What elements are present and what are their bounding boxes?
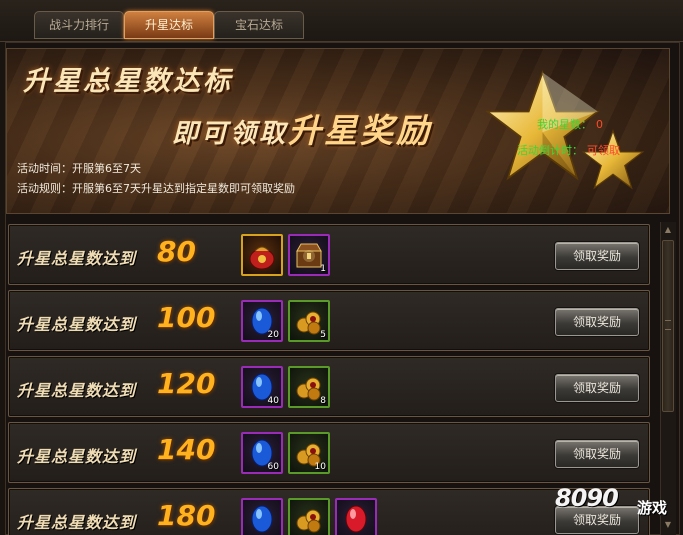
item-quantity: 60 (267, 462, 279, 472)
event-rule-label: 活动规则： (17, 182, 72, 195)
event-time-label: 活动时间： (17, 162, 72, 175)
event-countdown: 活动倒计时： 可领取 (517, 142, 620, 158)
countdown-label: 活动倒计时： (517, 144, 583, 157)
banner-subtitle-highlight: 升星奖励 (288, 111, 433, 150)
site-watermark-logo: 8090 游戏 (555, 484, 679, 524)
event-rule-value: 开服第6至7天升星达到指定星数即可领取奖励 (72, 182, 295, 195)
item-quantity: 1 (320, 264, 326, 274)
item-quantity: 40 (267, 396, 279, 406)
reward-target-stars: 80 (157, 235, 196, 268)
reward-target-stars: 100 (157, 301, 216, 334)
reward-row: 升星总星数达到 120 40 8 领取奖励 (8, 356, 650, 417)
reward-row: 升星总星数达到 180 领取奖励 (8, 488, 650, 535)
tab-gem-target[interactable]: 宝石达标 (214, 11, 304, 39)
blue-gem-icon[interactable] (241, 498, 283, 535)
reward-target-stars: 140 (157, 433, 216, 466)
event-time: 活动时间：开服第6至7天 (17, 160, 141, 176)
watermark-digits: 8090 (555, 484, 619, 512)
tab-power-ranking[interactable]: 战斗力排行 (34, 11, 124, 39)
claim-reward-button[interactable]: 领取奖励 (555, 374, 639, 402)
banner-title: 升星总星数达标 (23, 66, 233, 97)
red-gem-icon[interactable] (335, 498, 377, 535)
small-gold-star-icon (582, 129, 644, 190)
scroll-up-arrow-icon[interactable]: ▲ (661, 224, 675, 236)
red-pouch-icon[interactable] (241, 234, 283, 276)
gold-coin-pile-icon[interactable]: 10 (288, 432, 330, 474)
item-quantity: 8 (320, 396, 326, 406)
reward-row-label: 升星总星数达到 (17, 249, 137, 268)
gold-coin-pile-icon[interactable]: 5 (288, 300, 330, 342)
blue-gem-icon[interactable]: 20 (241, 300, 283, 342)
my-stars-label: 我的星数： (537, 118, 592, 131)
event-rule: 活动规则：开服第6至7天升星达到指定星数即可领取奖励 (17, 180, 295, 196)
reward-row-label: 升星总星数达到 (17, 315, 137, 334)
banner-subtitle-prefix: 即可领取 (172, 119, 289, 149)
scrollbar-grip (665, 320, 671, 330)
blue-gem-icon[interactable]: 60 (241, 432, 283, 474)
reward-row: 升星总星数达到 100 20 5 领取奖励 (8, 290, 650, 351)
watermark-text: 游戏 (637, 499, 668, 517)
reward-row: 升星总星数达到 140 60 10 领取奖励 (8, 422, 650, 483)
my-stars-value: 0 (596, 118, 603, 131)
claim-reward-button[interactable]: 领取奖励 (555, 242, 639, 270)
event-time-value: 开服第6至7天 (72, 162, 141, 175)
reward-target-stars: 180 (157, 499, 216, 532)
item-quantity: 10 (314, 462, 326, 472)
reward-row-label: 升星总星数达到 (17, 447, 137, 466)
banner-subtitle: 即可领取升星奖励 (172, 104, 432, 152)
gold-coin-pile-icon[interactable]: 8 (288, 366, 330, 408)
reward-row: 升星总星数达到 80 1 领取奖励 (8, 224, 650, 285)
tab-star-upgrade-target[interactable]: 升星达标 (124, 11, 214, 39)
tab-bar: 战斗力排行 升星达标 宝石达标 (0, 0, 683, 42)
reward-target-stars: 120 (157, 367, 216, 400)
item-quantity: 5 (320, 330, 326, 340)
item-quantity: 20 (267, 330, 279, 340)
countdown-value: 可领取 (587, 144, 620, 157)
reward-row-label: 升星总星数达到 (17, 381, 137, 400)
my-stars: 我的星数： 0 (537, 116, 603, 132)
reward-row-label: 升星总星数达到 (17, 513, 137, 532)
treasure-chest-icon[interactable]: 1 (288, 234, 330, 276)
blue-gem-icon[interactable]: 40 (241, 366, 283, 408)
gold-coin-pile-icon[interactable] (288, 498, 330, 535)
claim-reward-button[interactable]: 领取奖励 (555, 440, 639, 468)
claim-reward-button[interactable]: 领取奖励 (555, 308, 639, 336)
